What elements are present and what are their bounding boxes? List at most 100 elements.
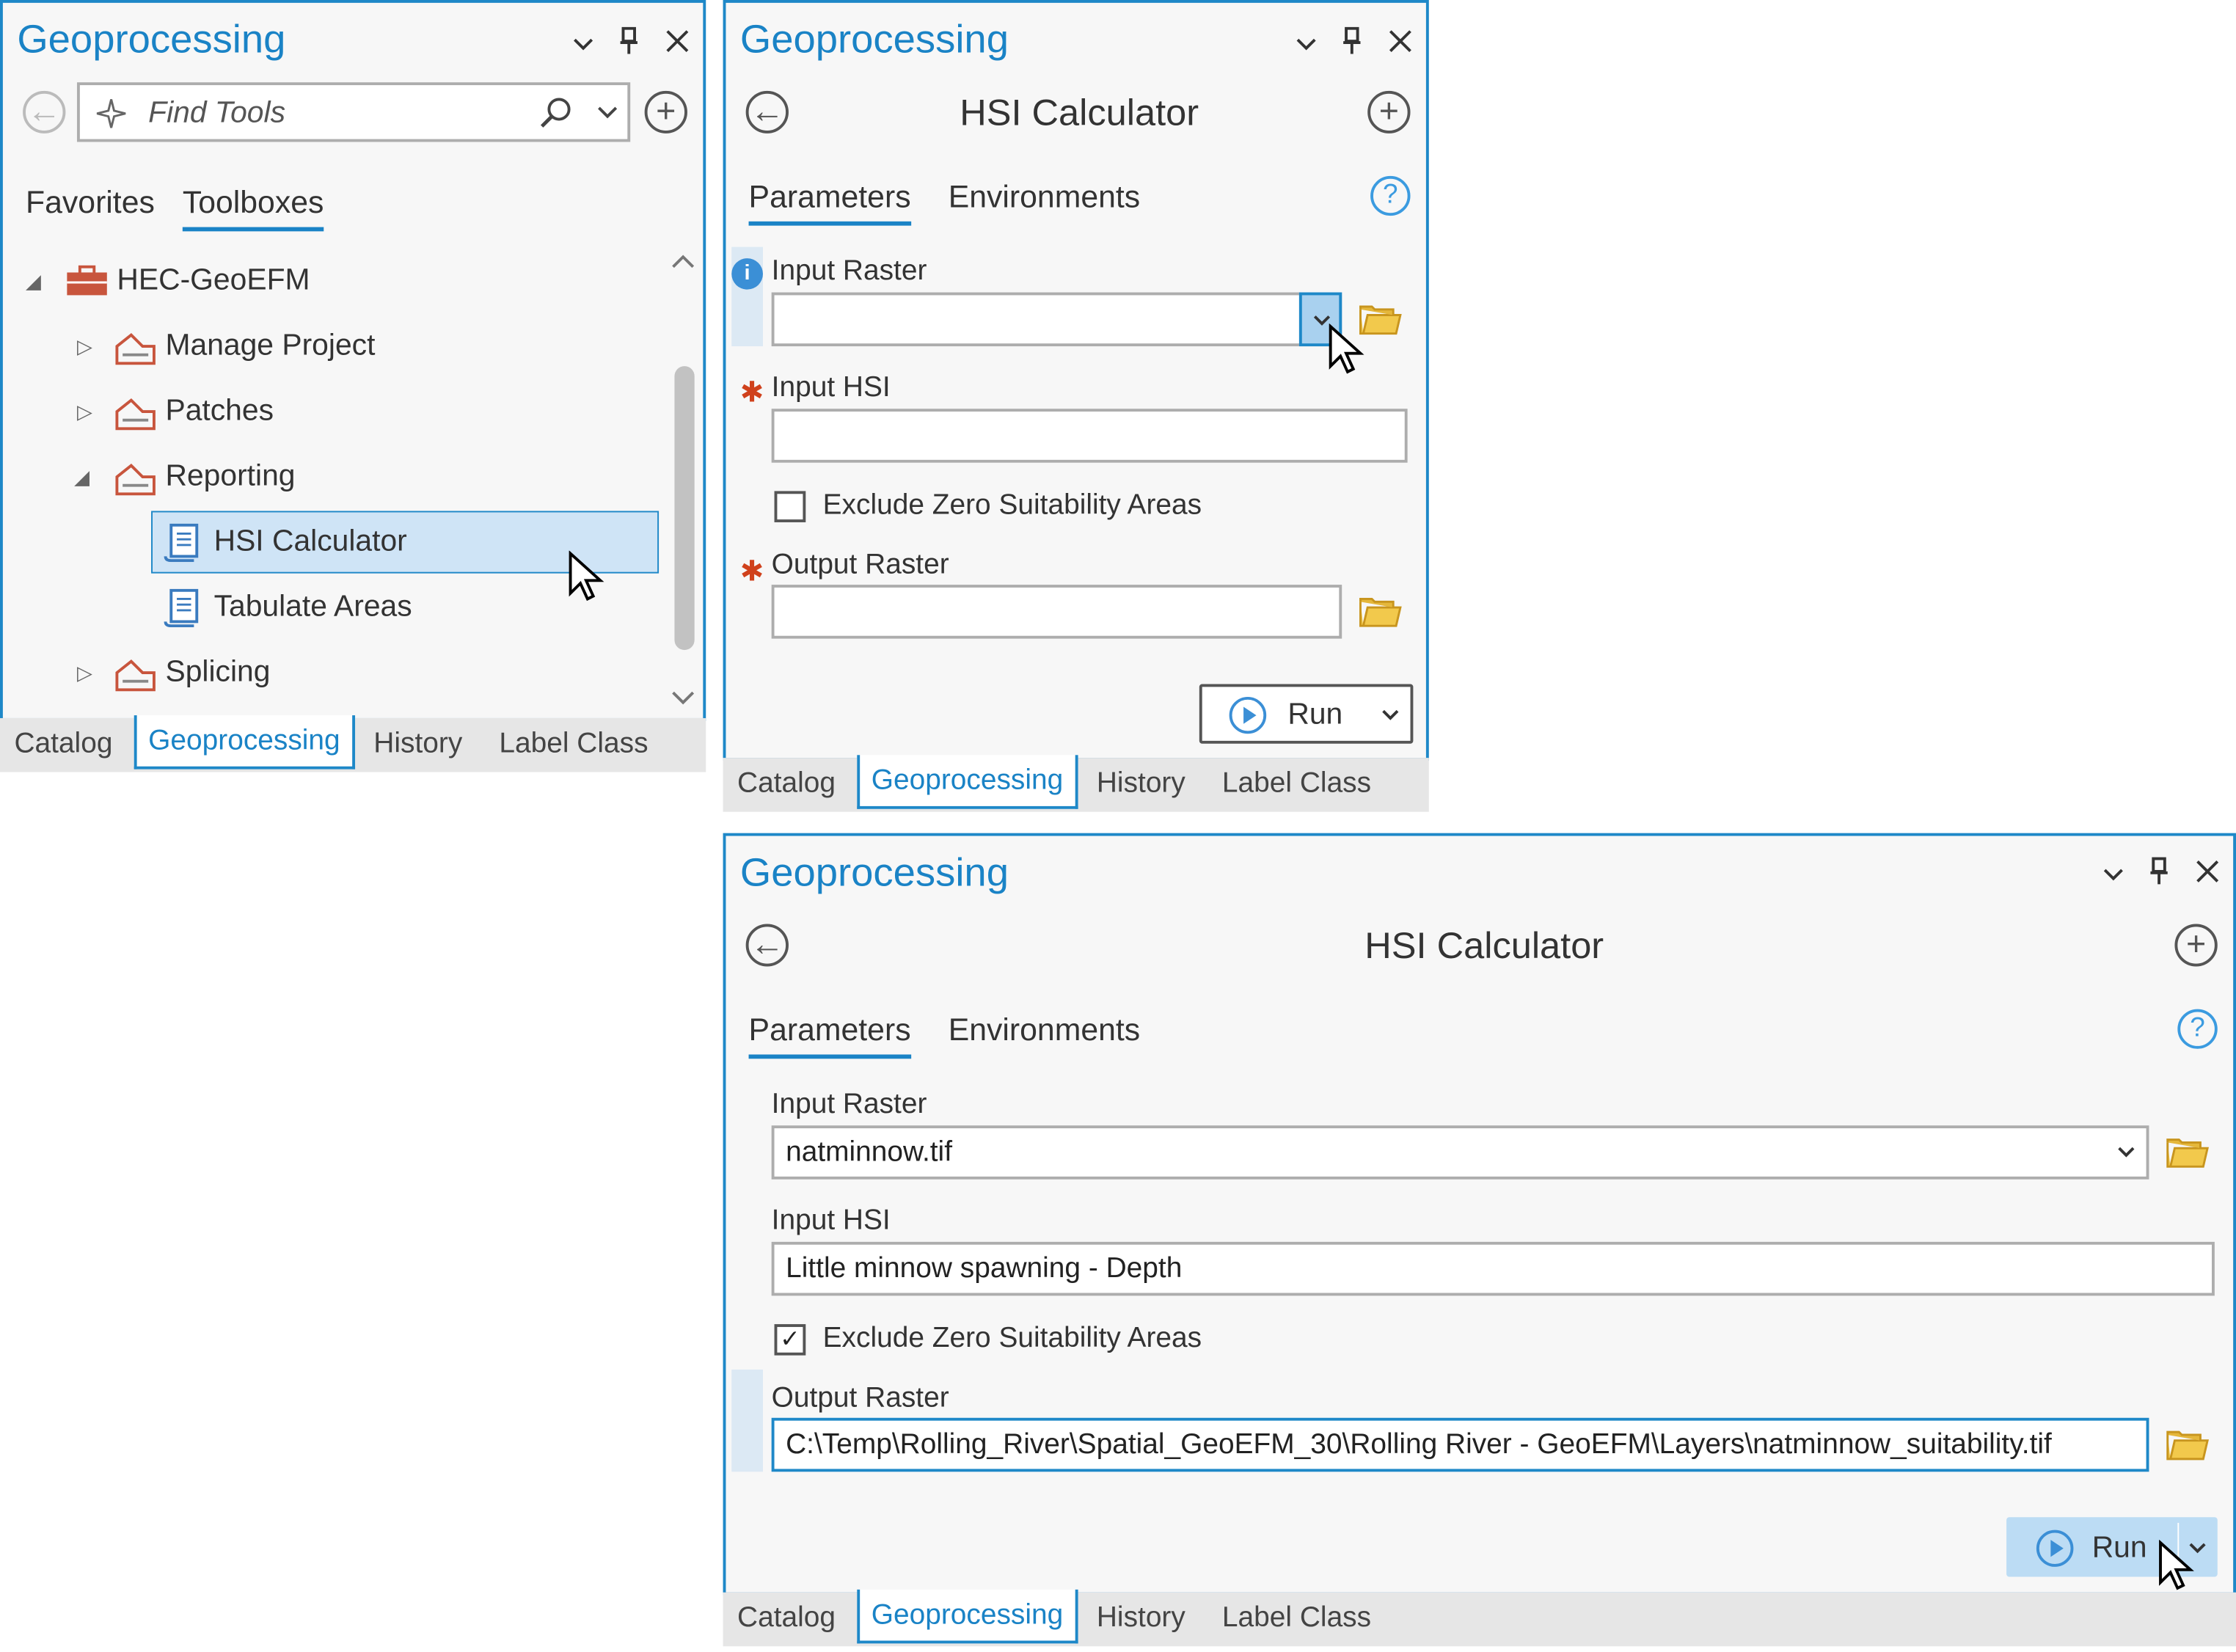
pane-title: Geoprocessing <box>739 17 1009 62</box>
tree-item-splicing[interactable]: Splicing <box>165 656 270 690</box>
tool-title: HSI Calculator <box>1364 924 1604 967</box>
tab-environments[interactable]: Environments <box>949 1012 1140 1048</box>
tab-parameters[interactable]: Parameters <box>748 179 911 226</box>
folder-icon[interactable] <box>2166 1429 2209 1461</box>
bottom-tab-catalog[interactable]: Catalog <box>737 758 836 809</box>
script-tool-icon <box>164 588 199 628</box>
bottom-tab-geoprocessing[interactable]: Geoprocessing <box>857 755 1078 809</box>
bottom-tab-history[interactable]: History <box>1097 1593 1185 1644</box>
expand-arrow-icon[interactable]: ▷ <box>77 662 92 686</box>
add-icon[interactable]: + <box>1367 90 1411 134</box>
input-raster-label: Input Raster <box>771 255 927 287</box>
bottom-tab-catalog[interactable]: Catalog <box>14 718 112 770</box>
mouse-cursor-icon <box>2159 1540 2194 1590</box>
expand-arrow-icon[interactable]: ▷ <box>77 335 92 359</box>
tree-item-manage-project[interactable]: Manage Project <box>165 329 375 363</box>
search-placeholder: Find Tools <box>148 96 286 130</box>
play-icon <box>2036 1529 2074 1567</box>
help-icon[interactable]: ? <box>2177 1009 2218 1049</box>
pin-icon[interactable] <box>1334 23 1371 59</box>
help-icon[interactable]: ? <box>1370 175 1411 216</box>
chevron-down-icon[interactable] <box>596 105 619 119</box>
geoprocessing-pane-tool-empty: Geoprocessing ← HSI Calculator + Paramet… <box>723 0 1429 761</box>
exclude-zero-checkbox[interactable]: ✓ <box>774 1324 806 1356</box>
run-label: Run <box>1287 698 1343 731</box>
chevron-down-icon[interactable] <box>1382 709 1399 720</box>
tab-favorites[interactable]: Favorites <box>26 185 155 222</box>
required-icon: ✱ <box>739 556 764 588</box>
geoprocessing-pane-toolboxes: Geoprocessing ← Find Tools + Favorites T… <box>0 0 706 721</box>
input-hsi-label: Input HSI <box>771 1205 891 1237</box>
pin-icon[interactable] <box>610 23 648 59</box>
pin-icon[interactable] <box>2141 853 2178 890</box>
input-raster-field[interactable] <box>771 292 1342 347</box>
tree-item-patches[interactable]: Patches <box>165 395 274 428</box>
folder-icon[interactable] <box>1359 304 1402 335</box>
bottom-tab-geoprocessing[interactable]: Geoprocessing <box>134 715 355 770</box>
chevron-down-icon[interactable] <box>2118 1147 2135 1158</box>
close-icon[interactable] <box>1382 23 1420 59</box>
toolbox-icon <box>67 265 107 296</box>
pane-options-icon[interactable] <box>565 26 602 62</box>
tree-item-reporting[interactable]: Reporting <box>165 460 295 494</box>
toolset-icon <box>115 463 156 496</box>
back-icon[interactable]: ← <box>745 90 789 134</box>
output-raster-field[interactable]: C:\Temp\Rolling_River\Spatial_GeoEFM_30\… <box>771 1417 2149 1472</box>
geoprocessing-pane-tool-filled: Geoprocessing ← HSI Calculator + Paramet… <box>723 833 2236 1596</box>
input-raster-label: Input Raster <box>771 1088 927 1120</box>
pane-options-icon[interactable] <box>1287 26 1325 62</box>
input-hsi-field[interactable] <box>771 409 1408 463</box>
toolset-icon <box>115 398 156 431</box>
input-raster-field[interactable]: natminnow.tif <box>771 1125 2149 1180</box>
bottom-tab-history[interactable]: History <box>373 718 462 770</box>
play-icon <box>1229 696 1267 734</box>
find-tools-search-box[interactable]: Find Tools <box>76 82 631 142</box>
expand-arrow-icon[interactable]: ▷ <box>77 401 92 425</box>
tab-parameters[interactable]: Parameters <box>748 1012 911 1059</box>
search-icon[interactable] <box>539 97 574 131</box>
folder-icon[interactable] <box>1359 596 1402 628</box>
mouse-cursor-icon <box>1329 324 1364 374</box>
close-icon[interactable] <box>659 23 696 59</box>
collapse-arrow-icon[interactable]: ◢ <box>74 466 89 490</box>
bottom-tab-bar: Catalog Geoprocessing History Label Clas… <box>0 715 706 772</box>
close-icon[interactable] <box>2189 853 2226 890</box>
scroll-down-icon[interactable] <box>671 690 696 706</box>
input-hsi-field[interactable]: Little minnow spawning - Depth <box>771 1241 2215 1296</box>
tree-item-hsi-calculator[interactable]: HSI Calculator <box>214 525 407 559</box>
bottom-tab-bar: Catalog Geoprocessing History Label Clas… <box>723 755 1429 812</box>
scroll-up-icon[interactable] <box>671 252 696 269</box>
add-icon[interactable]: + <box>644 90 687 134</box>
bottom-tab-label-class[interactable]: Label Class <box>1222 758 1371 809</box>
toolset-icon <box>115 659 156 692</box>
folder-icon[interactable] <box>2166 1137 2209 1169</box>
run-button[interactable]: Run <box>1199 684 1414 744</box>
output-raster-label: Output Raster <box>771 549 949 581</box>
scrollbar-thumb[interactable] <box>674 366 695 651</box>
add-icon[interactable]: + <box>2174 924 2218 967</box>
output-raster-label: Output Raster <box>771 1382 949 1414</box>
bottom-tab-label-class[interactable]: Label Class <box>1222 1593 1371 1644</box>
mouse-cursor-icon <box>569 550 604 602</box>
tab-toolboxes[interactable]: Toolboxes <box>182 185 324 232</box>
tree-item-tabulate-areas[interactable]: Tabulate Areas <box>214 591 412 624</box>
pane-options-icon[interactable] <box>2095 856 2133 893</box>
bottom-tab-history[interactable]: History <box>1097 758 1185 809</box>
tab-environments[interactable]: Environments <box>949 179 1140 216</box>
exclude-zero-label: Exclude Zero Suitability Areas <box>822 1323 1202 1354</box>
output-raster-field[interactable] <box>771 585 1342 639</box>
back-icon[interactable]: ← <box>745 924 789 967</box>
bottom-tab-label-class[interactable]: Label Class <box>499 718 648 770</box>
exclude-zero-label: Exclude Zero Suitability Areas <box>822 489 1202 522</box>
bottom-tab-catalog[interactable]: Catalog <box>737 1593 836 1644</box>
pane-title: Geoprocessing <box>17 17 286 62</box>
tree-item-hec-geoefm[interactable]: HEC-GeoEFM <box>117 264 310 298</box>
bottom-tab-geoprocessing[interactable]: Geoprocessing <box>857 1589 1078 1644</box>
sparkle-icon <box>96 99 126 128</box>
input-hsi-label: Input HSI <box>771 371 891 403</box>
exclude-zero-checkbox[interactable] <box>774 491 806 522</box>
info-icon: i <box>731 258 763 290</box>
run-label: Run <box>2091 1531 2147 1565</box>
back-icon[interactable]: ← <box>23 90 66 134</box>
collapse-arrow-icon[interactable]: ◢ <box>26 270 41 294</box>
